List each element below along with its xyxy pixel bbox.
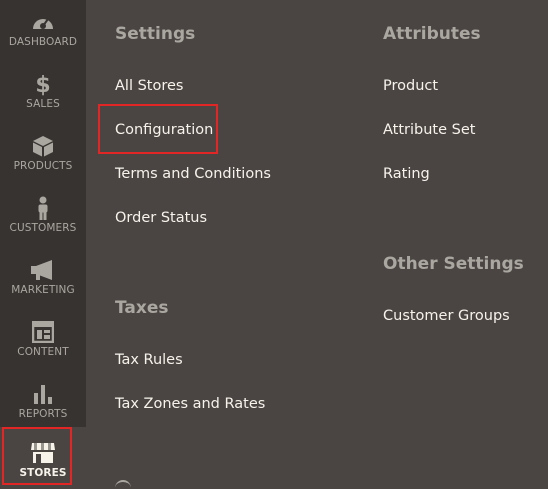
link-tax-zones-and-rates[interactable]: Tax Zones and Rates xyxy=(115,396,265,412)
next-section-heading-partial xyxy=(115,480,131,489)
layout-icon xyxy=(32,320,54,344)
nav-reports[interactable]: REPORTS xyxy=(0,372,86,434)
nav-customers[interactable]: CUSTOMERS xyxy=(0,186,86,248)
link-order-status[interactable]: Order Status xyxy=(115,210,207,226)
nav-marketing[interactable]: MARKETING xyxy=(0,248,86,310)
section-heading-other-settings: Other Settings xyxy=(383,254,524,274)
admin-sidebar: DASHBOARD $ SALES PRODUCTS CUSTOMERS MAR… xyxy=(0,0,86,489)
link-product[interactable]: Product xyxy=(383,78,438,94)
nav-dashboard[interactable]: DASHBOARD xyxy=(0,0,86,62)
storefront-icon xyxy=(30,441,56,465)
link-attribute-set[interactable]: Attribute Set xyxy=(383,122,475,138)
nav-label: DASHBOARD xyxy=(8,36,78,48)
link-all-stores[interactable]: All Stores xyxy=(115,78,183,94)
link-configuration[interactable]: Configuration xyxy=(115,122,213,138)
bar-chart-icon xyxy=(32,382,54,406)
section-heading-taxes: Taxes xyxy=(115,298,169,318)
nav-label: CUSTOMERS xyxy=(9,222,77,234)
nav-stores[interactable]: STORES xyxy=(0,427,86,489)
person-icon xyxy=(36,196,50,220)
nav-sales[interactable]: $ SALES xyxy=(0,62,86,124)
cube-icon xyxy=(32,134,54,158)
nav-products[interactable]: PRODUCTS xyxy=(0,124,86,186)
link-customer-groups[interactable]: Customer Groups xyxy=(383,308,510,324)
dollar-icon: $ xyxy=(33,72,53,96)
nav-label: STORES xyxy=(19,467,67,479)
link-rating[interactable]: Rating xyxy=(383,166,430,182)
section-heading-settings: Settings xyxy=(115,24,196,44)
nav-content[interactable]: CONTENT xyxy=(0,310,86,372)
link-tax-rules[interactable]: Tax Rules xyxy=(115,352,183,368)
nav-label: SALES xyxy=(26,98,60,110)
dashboard-icon xyxy=(30,10,56,34)
nav-label: PRODUCTS xyxy=(13,160,73,172)
megaphone-icon xyxy=(30,258,56,282)
svg-text:$: $ xyxy=(35,73,50,96)
link-terms-and-conditions[interactable]: Terms and Conditions xyxy=(115,166,271,182)
nav-label: REPORTS xyxy=(18,408,68,420)
nav-label: CONTENT xyxy=(17,346,69,358)
nav-label: MARKETING xyxy=(11,284,75,296)
section-heading-attributes: Attributes xyxy=(383,24,481,44)
